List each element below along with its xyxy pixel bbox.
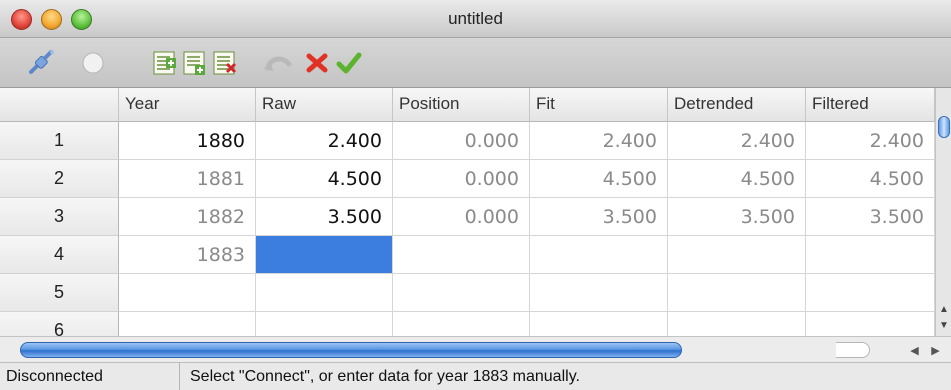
table-cell[interactable] bbox=[530, 274, 668, 312]
table-cell[interactable]: 3.500 bbox=[806, 198, 935, 236]
column-header-fit[interactable]: Fit bbox=[530, 88, 668, 122]
gray-circle-icon bbox=[81, 51, 105, 75]
insert-row-icon bbox=[182, 50, 208, 76]
table-cell[interactable]: 2.400 bbox=[806, 122, 935, 160]
table-cell[interactable]: 1882 bbox=[119, 198, 256, 236]
data-table: Year Raw Position Fit Detrended Filtered 1 1880… bbox=[0, 88, 935, 336]
add-row-button[interactable] bbox=[150, 48, 180, 78]
table-cell[interactable]: 0.000 bbox=[393, 122, 530, 160]
table-cell[interactable]: 1880 bbox=[119, 122, 256, 160]
table-cell[interactable] bbox=[668, 312, 806, 336]
horizontal-scrollbar[interactable]: ◀ ▶ bbox=[0, 336, 951, 362]
selected-cell[interactable] bbox=[256, 236, 393, 274]
row-header[interactable]: 3 bbox=[0, 198, 119, 236]
undo-button[interactable] bbox=[262, 48, 292, 78]
cancel-button[interactable] bbox=[302, 48, 332, 78]
scroll-up-arrow-icon[interactable]: ▲ bbox=[939, 304, 949, 315]
table-cell[interactable]: 4.500 bbox=[806, 160, 935, 198]
scroll-down-arrow-icon[interactable]: ▼ bbox=[939, 320, 949, 331]
table-cell[interactable] bbox=[256, 312, 393, 336]
table-cell[interactable]: 2.400 bbox=[256, 122, 393, 160]
column-header-raw[interactable]: Raw bbox=[256, 88, 393, 122]
table-cell[interactable] bbox=[530, 312, 668, 336]
row-header[interactable]: 2 bbox=[0, 160, 119, 198]
horizontal-scroll-arrows[interactable]: ◀ ▶ bbox=[904, 340, 946, 360]
horizontal-scroll-thumb[interactable] bbox=[20, 342, 682, 358]
accept-button[interactable] bbox=[334, 48, 364, 78]
scroll-left-arrow-icon[interactable]: ◀ bbox=[910, 344, 918, 357]
column-header-detrended[interactable]: Detrended bbox=[668, 88, 806, 122]
title-bar: untitled bbox=[0, 0, 951, 38]
table-cell[interactable] bbox=[668, 274, 806, 312]
status-bar: Disconnected Select "Connect", or enter … bbox=[0, 362, 951, 390]
row-header[interactable]: 1 bbox=[0, 122, 119, 160]
row-header[interactable]: 4 bbox=[0, 236, 119, 274]
table-cell[interactable]: 4.500 bbox=[256, 160, 393, 198]
table-cell[interactable] bbox=[530, 236, 668, 274]
table-cell[interactable] bbox=[393, 236, 530, 274]
table-cell[interactable] bbox=[806, 274, 935, 312]
column-header-year[interactable]: Year bbox=[119, 88, 256, 122]
table-cell[interactable]: 0.000 bbox=[393, 160, 530, 198]
green-check-icon bbox=[336, 51, 362, 75]
table-cell[interactable]: 1881 bbox=[119, 160, 256, 198]
table-cell[interactable]: 0.000 bbox=[393, 198, 530, 236]
add-row-icon bbox=[152, 50, 178, 76]
column-header-position[interactable]: Position bbox=[393, 88, 530, 122]
table-cell[interactable]: 4.500 bbox=[668, 160, 806, 198]
table-cell[interactable]: 1883 bbox=[119, 236, 256, 274]
table-cell[interactable] bbox=[806, 312, 935, 336]
table-cell[interactable]: 4.500 bbox=[530, 160, 668, 198]
table-cell[interactable] bbox=[668, 236, 806, 274]
column-header-filtered[interactable]: Filtered bbox=[806, 88, 935, 122]
scroll-right-arrow-icon[interactable]: ▶ bbox=[931, 344, 939, 357]
undo-arrow-icon bbox=[262, 52, 292, 74]
table-cell[interactable] bbox=[393, 312, 530, 336]
table-cell[interactable] bbox=[393, 274, 530, 312]
table-cell[interactable]: 3.500 bbox=[530, 198, 668, 236]
table-cell[interactable]: 2.400 bbox=[530, 122, 668, 160]
status-message: Select "Connect", or enter data for year… bbox=[190, 368, 580, 385]
table-corner-header bbox=[0, 88, 119, 122]
insert-row-button[interactable] bbox=[180, 48, 210, 78]
red-x-icon bbox=[305, 51, 329, 75]
window-title: untitled bbox=[448, 9, 503, 28]
row-header[interactable]: 5 bbox=[0, 274, 119, 312]
status-divider bbox=[179, 363, 180, 390]
status-indicator bbox=[78, 48, 108, 78]
delete-row-button[interactable] bbox=[210, 48, 240, 78]
network-plug-icon bbox=[25, 48, 57, 78]
connect-button[interactable] bbox=[26, 48, 56, 78]
table-cell[interactable]: 3.500 bbox=[668, 198, 806, 236]
vertical-scroll-thumb[interactable] bbox=[938, 116, 950, 138]
table-cell[interactable] bbox=[119, 274, 256, 312]
table-cell[interactable]: 2.400 bbox=[668, 122, 806, 160]
toolbar bbox=[0, 38, 951, 88]
table-cell[interactable]: 3.500 bbox=[256, 198, 393, 236]
table-cell[interactable] bbox=[256, 274, 393, 312]
connection-status: Disconnected bbox=[6, 368, 103, 385]
table-cell[interactable] bbox=[806, 236, 935, 274]
row-header[interactable]: 6 bbox=[0, 312, 119, 336]
table-cell[interactable] bbox=[119, 312, 256, 336]
delete-row-icon bbox=[212, 50, 238, 76]
scroll-track-end bbox=[836, 342, 870, 358]
vertical-scrollbar[interactable]: ▲ ▼ bbox=[935, 88, 951, 336]
